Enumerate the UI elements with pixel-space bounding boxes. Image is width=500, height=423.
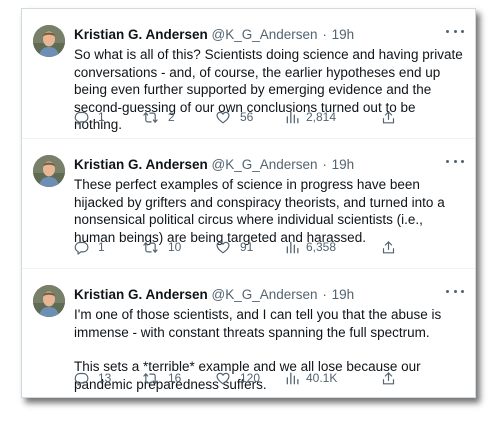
reply-icon bbox=[74, 111, 89, 125]
reply-icon bbox=[74, 241, 89, 255]
avatar[interactable] bbox=[33, 155, 65, 187]
reply-count: 1 bbox=[98, 110, 105, 124]
retweet-icon bbox=[143, 111, 158, 123]
more-icon[interactable] bbox=[446, 23, 464, 39]
reply-button[interactable]: 13 bbox=[74, 371, 142, 386]
more-icon[interactable] bbox=[446, 283, 464, 299]
avatar[interactable] bbox=[33, 285, 65, 317]
author-name[interactable]: Kristian G. Andersen bbox=[74, 287, 208, 302]
heart-icon bbox=[216, 111, 230, 123]
views-count: 40.1K bbox=[306, 371, 338, 385]
like-button[interactable]: 56 bbox=[215, 110, 285, 125]
views-button[interactable]: 40.1K bbox=[285, 371, 381, 386]
tweet-header: Kristian G. Andersen @K_G_Andersen · 19h bbox=[74, 286, 441, 303]
heart-icon bbox=[216, 372, 230, 384]
reply-button[interactable]: 1 bbox=[74, 240, 142, 255]
tweet-actions: 1 10 91 6,358 bbox=[74, 238, 463, 256]
retweet-count: 2 bbox=[168, 110, 175, 124]
like-count: 91 bbox=[240, 240, 254, 254]
share-icon bbox=[382, 371, 395, 384]
author-name[interactable]: Kristian G. Andersen bbox=[74, 27, 208, 42]
retweet-icon bbox=[143, 372, 158, 384]
reply-icon bbox=[74, 372, 89, 386]
share-icon bbox=[382, 110, 395, 123]
tweet[interactable]: Kristian G. Andersen @K_G_Andersen · 19h… bbox=[22, 269, 475, 399]
reply-button[interactable]: 1 bbox=[74, 110, 142, 125]
tweet-header: Kristian G. Andersen @K_G_Andersen · 19h bbox=[74, 156, 441, 173]
retweet-button[interactable]: 2 bbox=[142, 110, 215, 125]
author-handle[interactable]: @K_G_Andersen bbox=[212, 157, 318, 172]
timestamp[interactable]: 19h bbox=[332, 287, 355, 302]
separator: · bbox=[322, 287, 327, 302]
tweet-paragraph: These perfect examples of science in pro… bbox=[74, 177, 445, 245]
avatar[interactable] bbox=[33, 25, 65, 57]
tweet-actions: 13 16 120 40.1K bbox=[74, 369, 463, 387]
views-button[interactable]: 2,814 bbox=[285, 110, 381, 125]
share-button[interactable] bbox=[381, 240, 405, 255]
tweet-actions: 1 2 56 2,814 bbox=[74, 108, 463, 126]
views-count: 6,358 bbox=[306, 240, 337, 254]
share-button[interactable] bbox=[381, 110, 405, 125]
views-icon bbox=[286, 111, 299, 123]
views-icon bbox=[286, 372, 299, 384]
views-button[interactable]: 6,358 bbox=[285, 240, 381, 255]
views-icon bbox=[286, 241, 299, 253]
retweet-icon bbox=[143, 241, 158, 253]
like-count: 120 bbox=[240, 371, 261, 385]
share-button[interactable] bbox=[381, 371, 405, 386]
like-button[interactable]: 120 bbox=[215, 371, 285, 386]
tweet[interactable]: Kristian G. Andersen @K_G_Andersen · 19h… bbox=[22, 139, 475, 269]
reply-count: 1 bbox=[98, 240, 105, 254]
retweet-count: 10 bbox=[168, 240, 182, 254]
author-handle[interactable]: @K_G_Andersen bbox=[212, 287, 318, 302]
tweet-header: Kristian G. Andersen @K_G_Andersen · 19h bbox=[74, 26, 441, 43]
tweet-paragraph: I'm one of those scientists, and I can t… bbox=[74, 307, 442, 340]
tweet-thread: Kristian G. Andersen @K_G_Andersen · 19h… bbox=[21, 8, 476, 398]
reply-count: 13 bbox=[98, 371, 112, 385]
separator: · bbox=[322, 157, 327, 172]
timestamp[interactable]: 19h bbox=[332, 27, 355, 42]
heart-icon bbox=[216, 241, 230, 253]
like-count: 56 bbox=[240, 110, 254, 124]
views-count: 2,814 bbox=[306, 110, 337, 124]
more-icon[interactable] bbox=[446, 153, 464, 169]
tweet-text: These perfect examples of science in pro… bbox=[74, 176, 463, 246]
author-handle[interactable]: @K_G_Andersen bbox=[212, 27, 318, 42]
tweet[interactable]: Kristian G. Andersen @K_G_Andersen · 19h… bbox=[22, 9, 475, 139]
retweet-button[interactable]: 16 bbox=[142, 371, 215, 386]
separator: · bbox=[322, 27, 327, 42]
author-name[interactable]: Kristian G. Andersen bbox=[74, 157, 208, 172]
retweet-count: 16 bbox=[168, 371, 182, 385]
retweet-button[interactable]: 10 bbox=[142, 240, 215, 255]
share-icon bbox=[382, 240, 395, 253]
timestamp[interactable]: 19h bbox=[332, 157, 355, 172]
like-button[interactable]: 91 bbox=[215, 240, 285, 255]
